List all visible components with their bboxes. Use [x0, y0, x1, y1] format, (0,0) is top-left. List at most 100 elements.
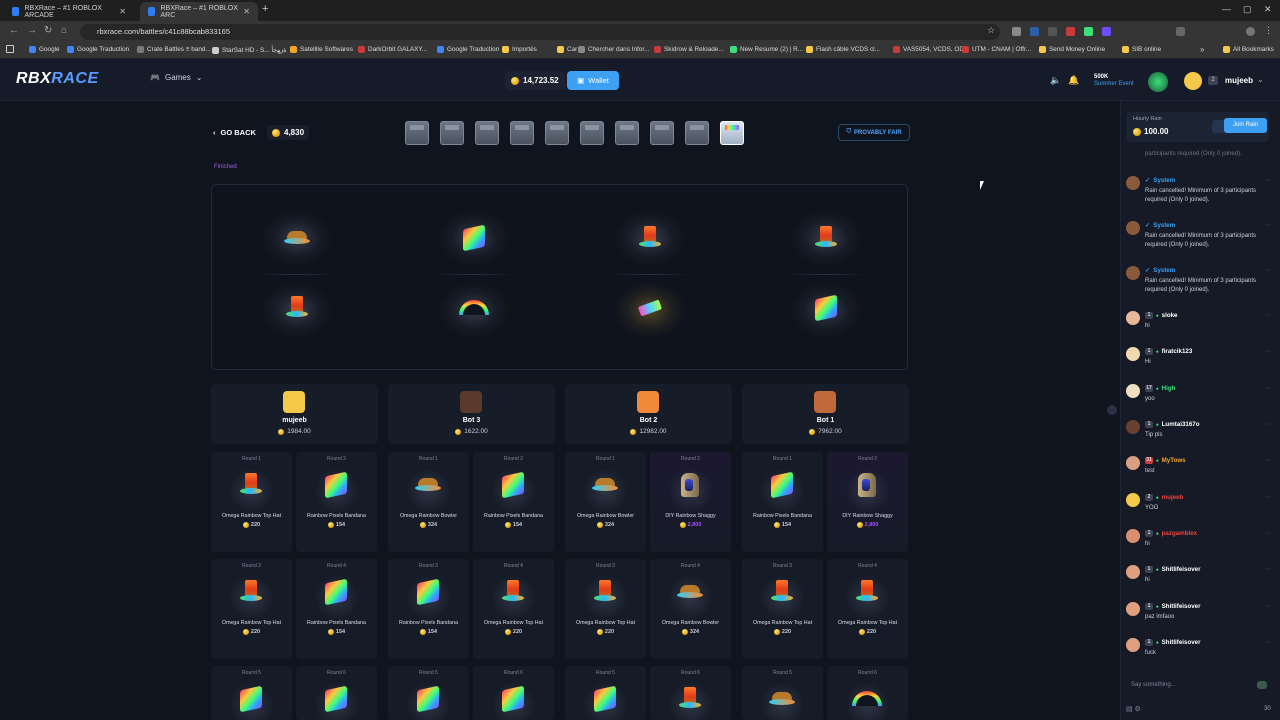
item-card[interactable]: Round 1 Omega Rainbow Bowler 324: [565, 452, 646, 552]
chevron-down-icon[interactable]: ⌄: [1257, 75, 1264, 84]
item-card[interactable]: Round 3 Omega Rainbow Top Hat 220: [565, 559, 646, 659]
extension-icon[interactable]: [1012, 27, 1021, 36]
case-icon[interactable]: [615, 121, 639, 145]
more-icon[interactable]: ⋯: [1265, 267, 1271, 274]
avatar[interactable]: [1126, 311, 1140, 325]
more-icon[interactable]: ⋯: [1265, 421, 1271, 428]
chat-toggle-icon[interactable]: [1107, 405, 1117, 415]
more-icon[interactable]: ⋯: [1265, 385, 1271, 392]
provably-fair-button[interactable]: ⛉ PROVABLY FAIR: [838, 124, 910, 141]
close-icon[interactable]: ✕: [243, 7, 250, 16]
case-icon[interactable]: [545, 121, 569, 145]
maximize-icon[interactable]: ▢: [1243, 4, 1252, 15]
bookmark-item[interactable]: StarSat HD - S... ﺓﺯﻬﺟﺃ: [212, 46, 286, 54]
item-card[interactable]: Round 3 Rainbow Pixels Bandana 154: [388, 559, 469, 659]
more-icon[interactable]: ⋯: [1265, 457, 1271, 464]
bookmark-item[interactable]: Crate Battles ≡ band...: [137, 46, 211, 53]
chat-author[interactable]: 1 ♠ Shitlifeisover: [1145, 566, 1201, 573]
bookmark-star-icon[interactable]: ☆: [987, 25, 995, 36]
item-card[interactable]: Round 6: [650, 666, 731, 720]
browser-tab[interactable]: RBXRace – #1 ROBLOX ARCADE ✕: [4, 2, 134, 21]
avatar[interactable]: [1126, 638, 1140, 652]
close-icon[interactable]: ✕: [119, 7, 126, 16]
back-icon[interactable]: ←: [9, 25, 19, 36]
bookmark-item[interactable]: Send Money Online: [1039, 46, 1105, 53]
avatar[interactable]: [1126, 529, 1140, 543]
wallet-button[interactable]: ▣ Wallet: [567, 71, 619, 90]
bookmark-item[interactable]: All Bookmarks: [1223, 46, 1274, 53]
more-icon[interactable]: ⋯: [1265, 222, 1271, 229]
bell-icon[interactable]: 🔔: [1068, 75, 1079, 86]
avatar[interactable]: [1184, 72, 1202, 90]
item-card[interactable]: Round 6: [827, 666, 908, 720]
forward-icon[interactable]: →: [27, 25, 37, 36]
window-close-icon[interactable]: ✕: [1264, 4, 1272, 15]
avatar[interactable]: [1126, 176, 1140, 190]
extension-icon[interactable]: [1048, 27, 1057, 36]
bookmark-item[interactable]: DarkOrbit GALAXY...: [358, 46, 427, 53]
more-icon[interactable]: ⋯: [1265, 177, 1271, 184]
extensions-puzzle-icon[interactable]: [1176, 27, 1185, 36]
minimize-icon[interactable]: —: [1222, 4, 1231, 14]
case-icon[interactable]: [685, 121, 709, 145]
item-card[interactable]: Round 3 Omega Rainbow Top Hat 220: [742, 559, 823, 659]
chat-author[interactable]: 1 ♠ pazgamblex: [1145, 530, 1197, 537]
more-icon[interactable]: ⋯: [1265, 566, 1271, 573]
more-icon[interactable]: ⋯: [1265, 639, 1271, 646]
chat-author[interactable]: ✓ System: [1145, 267, 1175, 274]
item-card[interactable]: Round 1 Omega Rainbow Bowler 324: [388, 452, 469, 552]
item-card[interactable]: Round 1 Omega Rainbow Top Hat 220: [211, 452, 292, 552]
browser-menu-icon[interactable]: ⋮: [1264, 25, 1273, 36]
extension-icon[interactable]: [1066, 27, 1075, 36]
site-logo[interactable]: RBXRACE: [16, 70, 99, 88]
item-card[interactable]: Round 2 Rainbow Pixels Bandana 154: [473, 452, 554, 552]
chat-author[interactable]: ✓ System: [1145, 222, 1175, 229]
case-icon[interactable]: [650, 121, 674, 145]
avatar[interactable]: [1126, 347, 1140, 361]
item-card[interactable]: Round 2 DIY Rainbow Shaggy 2,800: [827, 452, 908, 552]
bookmarks-overflow-icon[interactable]: »: [1200, 45, 1204, 54]
avatar[interactable]: [1126, 456, 1140, 470]
more-icon[interactable]: ⋯: [1265, 348, 1271, 355]
case-icon[interactable]: [510, 121, 534, 145]
reload-icon[interactable]: ↻: [44, 25, 52, 36]
bookmark-item[interactable]: Google: [29, 46, 60, 53]
item-card[interactable]: Round 6: [473, 666, 554, 720]
chat-author[interactable]: 17 ♠ High: [1145, 385, 1175, 392]
chat-author[interactable]: 1 ♠ sloke: [1145, 312, 1177, 319]
item-card[interactable]: Round 6: [296, 666, 377, 720]
item-card[interactable]: Round 1 Rainbow Pixels Bandana 154: [742, 452, 823, 552]
emoji-icon[interactable]: [1257, 681, 1267, 689]
address-bar[interactable]: rbxrace.com/battles/c41c88bcab833165: [80, 24, 1000, 40]
case-icon[interactable]: [580, 121, 604, 145]
chat-author[interactable]: ✓ System: [1145, 177, 1175, 184]
bookmark-item[interactable]: New Resume (2) | R...: [730, 46, 803, 53]
avatar[interactable]: [1126, 266, 1140, 280]
chat-input[interactable]: Say something...: [1126, 679, 1271, 693]
item-card[interactable]: Round 5: [388, 666, 469, 720]
games-menu[interactable]: 🎮 Games ⌄: [150, 73, 202, 82]
item-card[interactable]: Round 2 DIY Rainbow Shaggy 2,800: [650, 452, 731, 552]
chat-author[interactable]: 1 ♠ Lumtai3167o: [1145, 421, 1199, 428]
item-card[interactable]: Round 2 Rainbow Pixels Bandana 154: [296, 452, 377, 552]
bookmark-item[interactable]: Chercher dans Infor...: [578, 46, 649, 53]
item-card[interactable]: Round 4 Omega Rainbow Bowler 324: [650, 559, 731, 659]
bookmark-item[interactable]: Car: [557, 46, 577, 53]
profile-icon[interactable]: [1246, 27, 1255, 36]
username[interactable]: mujeeb: [1225, 76, 1253, 85]
rules-icon[interactable]: ▤ ⚙: [1126, 705, 1141, 713]
avatar[interactable]: [1126, 221, 1140, 235]
join-rain-button[interactable]: Join Rain: [1224, 118, 1267, 133]
bookmark-item[interactable]: Google Traduction: [437, 46, 499, 53]
bookmark-item[interactable]: Satellite Softwares: [290, 46, 353, 53]
case-icon[interactable]: [440, 121, 464, 145]
go-back-button[interactable]: ‹ GO BACK: [213, 128, 256, 137]
more-icon[interactable]: ⋯: [1265, 603, 1271, 610]
bookmark-item[interactable]: Importés: [502, 46, 537, 53]
apps-icon[interactable]: [6, 45, 14, 53]
item-card[interactable]: Round 4 Omega Rainbow Top Hat 220: [827, 559, 908, 659]
bookmark-item[interactable]: Google Traduction: [67, 46, 129, 53]
chat-author[interactable]: 1 ♠ Shitlifeisover: [1145, 603, 1201, 610]
chat-author[interactable]: 2 ♠ mujeeb: [1145, 494, 1183, 501]
item-card[interactable]: Round 4 Rainbow Pixels Bandana 154: [296, 559, 377, 659]
